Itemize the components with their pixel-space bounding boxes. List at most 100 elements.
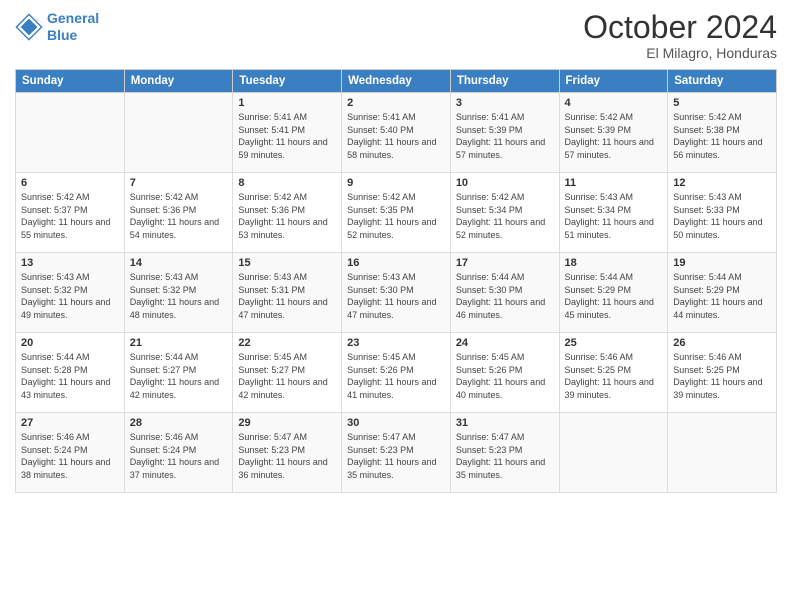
cell-details: Sunrise: 5:44 AMSunset: 5:27 PMDaylight:… bbox=[130, 351, 228, 401]
calendar-cell: 6Sunrise: 5:42 AMSunset: 5:37 PMDaylight… bbox=[16, 173, 125, 253]
weekday-header: Monday bbox=[124, 70, 233, 93]
cell-details: Sunrise: 5:44 AMSunset: 5:29 PMDaylight:… bbox=[673, 271, 771, 321]
page: General Blue October 2024 El Milagro, Ho… bbox=[0, 0, 792, 612]
calendar-cell: 10 Sunrise: 5:42 AMSunset: 5:34 PMDayligh… bbox=[450, 173, 559, 253]
day-number: 17 bbox=[456, 257, 554, 269]
logo: General Blue bbox=[15, 10, 99, 44]
day-number: 1 bbox=[238, 97, 336, 109]
cell-details: Sunrise: 5:41 AMSunset: 5:41 PMDaylight:… bbox=[238, 111, 336, 161]
calendar-cell: 20Sunrise: 5:44 AMSunset: 5:28 PMDayligh… bbox=[16, 333, 125, 413]
calendar-cell: 25 Sunrise: 5:46 AMSunset: 5:25 PMDayligh… bbox=[559, 333, 668, 413]
calendar-cell: 4Sunrise: 5:42 AMSunset: 5:39 PMDaylight… bbox=[559, 93, 668, 173]
logo-text: General Blue bbox=[47, 10, 99, 44]
cell-details: Sunrise: 5:43 AMSunset: 5:31 PMDaylight:… bbox=[238, 271, 336, 321]
calendar-cell: 24 Sunrise: 5:45 AMSunset: 5:26 PMDayligh… bbox=[450, 333, 559, 413]
calendar-cell: 14Sunrise: 5:43 AMSunset: 5:32 PMDayligh… bbox=[124, 253, 233, 333]
calendar-week-row: 6Sunrise: 5:42 AMSunset: 5:37 PMDaylight… bbox=[16, 173, 777, 253]
weekday-header: Friday bbox=[559, 70, 668, 93]
weekday-header: Sunday bbox=[16, 70, 125, 93]
day-number: 13 bbox=[21, 257, 119, 269]
cell-details: Sunrise: 5:45 AMSunset: 5:26 PMDaylight:… bbox=[456, 351, 554, 401]
calendar-cell: 28 Sunrise: 5:46 AMSunset: 5:24 PMDayligh… bbox=[124, 413, 233, 493]
cell-details: Sunrise: 5:47 AMSunset: 5:23 PMDaylight:… bbox=[347, 431, 445, 481]
calendar-cell: 1 Sunrise: 5:41 AMSunset: 5:41 PMDaylight… bbox=[233, 93, 342, 173]
day-number: 5 bbox=[673, 97, 771, 109]
cell-details: Sunrise: 5:43 AMSunset: 5:30 PMDaylight:… bbox=[347, 271, 445, 321]
weekday-header: Wednesday bbox=[342, 70, 451, 93]
calendar-cell: 5 Sunrise: 5:42 AMSunset: 5:38 PMDaylight… bbox=[668, 93, 777, 173]
day-number: 4 bbox=[565, 97, 663, 109]
cell-details: Sunrise: 5:46 AMSunset: 5:25 PMDaylight:… bbox=[673, 351, 771, 401]
calendar-cell: 9 Sunrise: 5:42 AMSunset: 5:35 PMDaylight… bbox=[342, 173, 451, 253]
day-number: 26 bbox=[673, 337, 771, 349]
cell-details: Sunrise: 5:41 AMSunset: 5:39 PMDaylight:… bbox=[456, 111, 554, 161]
calendar-week-row: 13 Sunrise: 5:43 AMSunset: 5:32 PMDayligh… bbox=[16, 253, 777, 333]
header-row: SundayMondayTuesdayWednesdayThursdayFrid… bbox=[16, 70, 777, 93]
cell-details: Sunrise: 5:42 AMSunset: 5:34 PMDaylight:… bbox=[456, 191, 554, 241]
weekday-header: Thursday bbox=[450, 70, 559, 93]
calendar-cell bbox=[16, 93, 125, 173]
weekday-header: Saturday bbox=[668, 70, 777, 93]
day-number: 22 bbox=[238, 337, 336, 349]
cell-details: Sunrise: 5:43 AMSunset: 5:33 PMDaylight:… bbox=[673, 191, 771, 241]
day-number: 3 bbox=[456, 97, 554, 109]
header: General Blue October 2024 El Milagro, Ho… bbox=[15, 10, 777, 61]
day-number: 20 bbox=[21, 337, 119, 349]
day-number: 8 bbox=[238, 177, 336, 189]
calendar-cell: 12 Sunrise: 5:43 AMSunset: 5:33 PMDayligh… bbox=[668, 173, 777, 253]
calendar-cell: 7Sunrise: 5:42 AMSunset: 5:36 PMDaylight… bbox=[124, 173, 233, 253]
day-number: 21 bbox=[130, 337, 228, 349]
cell-details: Sunrise: 5:43 AMSunset: 5:34 PMDaylight:… bbox=[565, 191, 663, 241]
calendar-cell: 11 Sunrise: 5:43 AMSunset: 5:34 PMDayligh… bbox=[559, 173, 668, 253]
calendar-cell: 30Sunrise: 5:47 AMSunset: 5:23 PMDayligh… bbox=[342, 413, 451, 493]
logo-icon bbox=[15, 13, 43, 41]
day-number: 18 bbox=[565, 257, 663, 269]
calendar-cell: 29Sunrise: 5:47 AMSunset: 5:23 PMDayligh… bbox=[233, 413, 342, 493]
calendar-cell bbox=[559, 413, 668, 493]
day-number: 16 bbox=[347, 257, 445, 269]
calendar-week-row: 1 Sunrise: 5:41 AMSunset: 5:41 PMDaylight… bbox=[16, 93, 777, 173]
weekday-header: Tuesday bbox=[233, 70, 342, 93]
day-number: 10 bbox=[456, 177, 554, 189]
cell-details: Sunrise: 5:46 AMSunset: 5:24 PMDaylight:… bbox=[130, 431, 228, 481]
calendar-table: SundayMondayTuesdayWednesdayThursdayFrid… bbox=[15, 69, 777, 493]
calendar-cell: 26 Sunrise: 5:46 AMSunset: 5:25 PMDayligh… bbox=[668, 333, 777, 413]
calendar-cell: 31Sunrise: 5:47 AMSunset: 5:23 PMDayligh… bbox=[450, 413, 559, 493]
cell-details: Sunrise: 5:42 AMSunset: 5:36 PMDaylight:… bbox=[238, 191, 336, 241]
calendar-cell: 16 Sunrise: 5:43 AMSunset: 5:30 PMDayligh… bbox=[342, 253, 451, 333]
day-number: 19 bbox=[673, 257, 771, 269]
calendar-cell: 2 Sunrise: 5:41 AMSunset: 5:40 PMDaylight… bbox=[342, 93, 451, 173]
calendar-week-row: 27 Sunrise: 5:46 AMSunset: 5:24 PMDayligh… bbox=[16, 413, 777, 493]
day-number: 14 bbox=[130, 257, 228, 269]
calendar-cell: 27Sunrise: 5:46 AMSunset: 5:24 PMDayligh… bbox=[16, 413, 125, 493]
calendar-cell bbox=[124, 93, 233, 173]
cell-details: Sunrise: 5:41 AMSunset: 5:40 PMDaylight:… bbox=[347, 111, 445, 161]
calendar-week-row: 20Sunrise: 5:44 AMSunset: 5:28 PMDayligh… bbox=[16, 333, 777, 413]
day-number: 25 bbox=[565, 337, 663, 349]
calendar-cell: 3 Sunrise: 5:41 AMSunset: 5:39 PMDaylight… bbox=[450, 93, 559, 173]
day-number: 12 bbox=[673, 177, 771, 189]
cell-details: Sunrise: 5:42 AMSunset: 5:38 PMDaylight:… bbox=[673, 111, 771, 161]
title-area: October 2024 El Milagro, Honduras bbox=[583, 10, 777, 61]
day-number: 2 bbox=[347, 97, 445, 109]
day-number: 6 bbox=[21, 177, 119, 189]
calendar-cell: 18Sunrise: 5:44 AMSunset: 5:29 PMDayligh… bbox=[559, 253, 668, 333]
day-number: 9 bbox=[347, 177, 445, 189]
calendar-cell: 17Sunrise: 5:44 AMSunset: 5:30 PMDayligh… bbox=[450, 253, 559, 333]
calendar-cell bbox=[668, 413, 777, 493]
cell-details: Sunrise: 5:45 AMSunset: 5:27 PMDaylight:… bbox=[238, 351, 336, 401]
calendar-cell: 22 Sunrise: 5:45 AMSunset: 5:27 PMDayligh… bbox=[233, 333, 342, 413]
day-number: 31 bbox=[456, 417, 554, 429]
location: El Milagro, Honduras bbox=[583, 45, 777, 61]
day-number: 24 bbox=[456, 337, 554, 349]
cell-details: Sunrise: 5:42 AMSunset: 5:35 PMDaylight:… bbox=[347, 191, 445, 241]
day-number: 28 bbox=[130, 417, 228, 429]
calendar-cell: 15Sunrise: 5:43 AMSunset: 5:31 PMDayligh… bbox=[233, 253, 342, 333]
cell-details: Sunrise: 5:43 AMSunset: 5:32 PMDaylight:… bbox=[21, 271, 119, 321]
cell-details: Sunrise: 5:46 AMSunset: 5:25 PMDaylight:… bbox=[565, 351, 663, 401]
day-number: 29 bbox=[238, 417, 336, 429]
calendar-cell: 13 Sunrise: 5:43 AMSunset: 5:32 PMDayligh… bbox=[16, 253, 125, 333]
day-number: 11 bbox=[565, 177, 663, 189]
month-title: October 2024 bbox=[583, 10, 777, 45]
day-number: 27 bbox=[21, 417, 119, 429]
